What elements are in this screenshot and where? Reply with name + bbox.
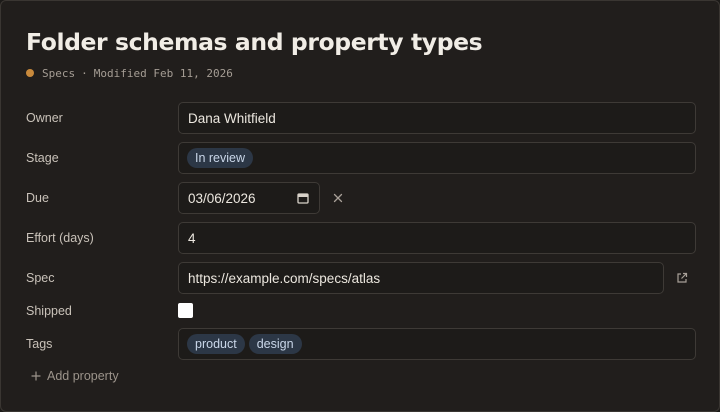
effort-label: Effort (days) xyxy=(26,231,94,245)
due-value: 03/06/2026 xyxy=(188,190,256,206)
stage-label: Stage xyxy=(26,151,59,165)
meta-separator: · xyxy=(81,66,88,80)
shipped-checkbox[interactable] xyxy=(178,303,193,318)
due-date-input[interactable]: 03/06/2026 xyxy=(178,182,320,214)
plus-icon xyxy=(31,369,41,383)
add-property-button[interactable]: Add property xyxy=(31,369,119,383)
owner-label: Owner xyxy=(26,111,63,125)
shipped-label: Shipped xyxy=(26,304,72,318)
modified-date: Modified Feb 11, 2026 xyxy=(93,66,233,80)
due-label: Due xyxy=(26,191,49,205)
spec-label: Spec xyxy=(26,271,55,285)
tag-pill[interactable]: product xyxy=(187,334,245,354)
folder-color-dot xyxy=(26,69,34,77)
close-icon[interactable] xyxy=(331,191,345,205)
effort-value: 4 xyxy=(188,230,196,246)
effort-field[interactable]: 4 xyxy=(178,222,696,254)
external-link-icon[interactable] xyxy=(675,271,689,285)
tags-label: Tags xyxy=(26,337,53,351)
stage-field[interactable]: In review xyxy=(178,142,696,174)
page-title: Folder schemas and property types xyxy=(26,28,483,56)
spec-value: https://example.com/specs/atlas xyxy=(188,270,381,286)
owner-field[interactable]: Dana Whitfield xyxy=(178,102,696,134)
spec-url-field[interactable]: https://example.com/specs/atlas xyxy=(178,262,664,294)
tag-pill[interactable]: design xyxy=(248,334,302,354)
calendar-icon[interactable] xyxy=(297,192,309,204)
owner-value: Dana Whitfield xyxy=(188,110,276,126)
folder-name[interactable]: Specs xyxy=(42,67,75,80)
add-property-label: Add property xyxy=(47,369,119,383)
stage-pill[interactable]: In review xyxy=(187,148,254,168)
tags-field[interactable]: product design xyxy=(178,328,696,360)
property-panel: Folder schemas and property types Specs … xyxy=(0,0,720,412)
page-meta: Specs · Modified Feb 11, 2026 xyxy=(26,66,233,80)
